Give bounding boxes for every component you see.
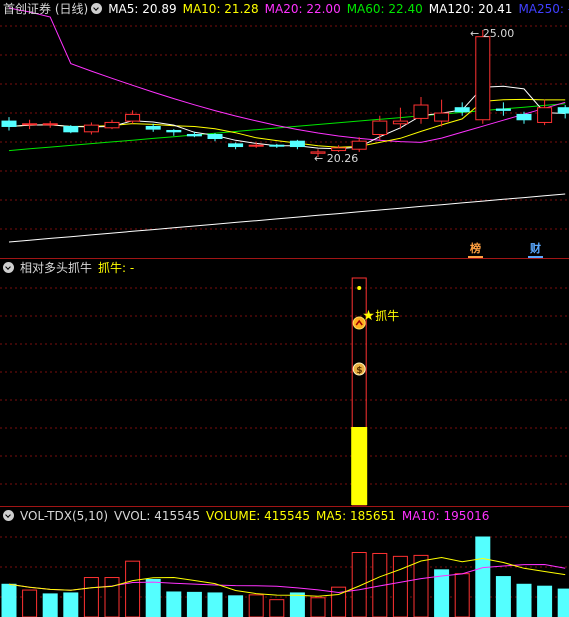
candle-body — [289, 140, 305, 148]
candle-body — [475, 36, 491, 121]
volume-bar — [516, 583, 532, 617]
volume-label: VOLUME: 415545 — [206, 509, 310, 523]
candle-body — [42, 123, 58, 126]
candle-body — [104, 121, 120, 129]
ma250-label: MA250: - — [518, 2, 569, 16]
volume-bar — [413, 554, 429, 617]
indicator-panel[interactable]: 相对多头抓牛 抓牛: - $ ★ 抓牛 — [0, 259, 569, 506]
price-header: 首创证券 (日线) MA5: 20.89 MA10: 21.28 MA20: 22.0… — [0, 0, 569, 18]
candle-body — [125, 113, 141, 122]
volume-bar — [248, 594, 264, 617]
candle-body — [145, 125, 161, 130]
candle-body — [372, 120, 388, 135]
volume-bar — [207, 592, 223, 617]
volume-bar — [495, 576, 511, 617]
volume-bar — [392, 555, 408, 617]
candle-body — [83, 124, 99, 133]
volume-bar — [269, 599, 285, 617]
volume-bar — [63, 592, 79, 617]
volume-bar — [22, 589, 38, 617]
ma20-label: MA20: 22.00 — [264, 2, 341, 16]
candle-body — [166, 129, 182, 133]
candle-body — [331, 147, 347, 152]
volume-bar — [145, 578, 161, 617]
star-label: 抓牛 — [375, 308, 399, 323]
volume-bar — [1, 583, 17, 617]
high-price-label: ← 25.00 — [470, 27, 514, 40]
candle-body — [63, 125, 79, 133]
candle-body — [269, 144, 285, 147]
volume-bar — [537, 585, 553, 617]
ma10-label: MA10: 21.28 — [182, 2, 259, 16]
expand-icon[interactable] — [3, 262, 14, 273]
ma5-label: MA5: 20.89 — [108, 2, 177, 16]
vol-ma5-label: MA5: 185651 — [315, 509, 396, 523]
volume-bar — [475, 536, 491, 617]
candle-body — [516, 113, 532, 121]
indicator-title: 相对多头抓牛 — [20, 261, 93, 275]
candle-body — [392, 120, 408, 125]
volume-panel[interactable]: VOL-TDX(5,10) VVOL: 415545 VOLUME: 415545 M… — [0, 507, 569, 617]
volume-bar — [310, 597, 326, 617]
candle-body — [495, 108, 511, 111]
candle-body — [228, 143, 244, 148]
candle-body — [413, 104, 429, 119]
stock-title: 首创证券 (日线) — [3, 2, 89, 16]
price-chart[interactable]: ← 25.00 ← 20.26 — [0, 0, 569, 258]
volume-bar — [42, 593, 58, 617]
rank-tag[interactable]: 榜 — [468, 242, 483, 258]
indicator-chart[interactable]: $ ★ 抓牛 — [0, 259, 569, 506]
low-price-label: ← 20.26 — [314, 152, 358, 165]
signal-dot — [357, 286, 362, 290]
ma120-line — [8, 193, 566, 243]
candle-body — [1, 120, 17, 127]
vol-title: VOL-TDX(5,10) — [20, 509, 109, 523]
volume-bar — [125, 560, 141, 617]
expand-icon[interactable] — [91, 3, 103, 14]
ma120-label: MA120: 20.41 — [428, 2, 513, 16]
volume-bar — [351, 552, 367, 617]
price-panel[interactable]: 首创证券 (日线) MA5: 20.89 MA10: 21.28 MA20: 22.0… — [0, 0, 569, 258]
volume-bar — [104, 577, 120, 617]
indicator-header: 相对多头抓牛 抓牛: - — [0, 259, 569, 277]
volume-bar — [83, 577, 99, 617]
finance-tag[interactable]: 财 — [528, 242, 543, 258]
volume-bar — [186, 591, 202, 617]
expand-icon[interactable] — [3, 510, 14, 521]
candle-body — [186, 133, 202, 137]
candle-body — [537, 107, 553, 123]
volume-bar — [454, 573, 470, 617]
volume-bar — [289, 592, 305, 617]
candle-body — [351, 140, 367, 150]
volume-header: VOL-TDX(5,10) VVOL: 415545 VOLUME: 415545 M… — [0, 507, 569, 525]
volume-bar — [557, 588, 569, 617]
ma60-label: MA60: 22.40 — [346, 2, 423, 16]
star-icon: ★ — [362, 308, 375, 324]
signal-label: 抓牛: - — [98, 261, 135, 275]
volume-bar — [166, 591, 182, 617]
vol-ma10-label: MA10: 195016 — [401, 509, 490, 523]
candle-body — [434, 112, 450, 122]
signal-bar — [351, 427, 368, 505]
candle-body — [22, 123, 38, 126]
vvol-label: VVOL: 415545 — [114, 509, 201, 523]
candle-body — [207, 133, 223, 140]
candle-body — [454, 107, 470, 113]
volume-bar — [228, 595, 244, 617]
candle-body — [248, 144, 264, 147]
money-bag-symbol: $ — [356, 366, 362, 376]
candle-body — [557, 107, 569, 114]
